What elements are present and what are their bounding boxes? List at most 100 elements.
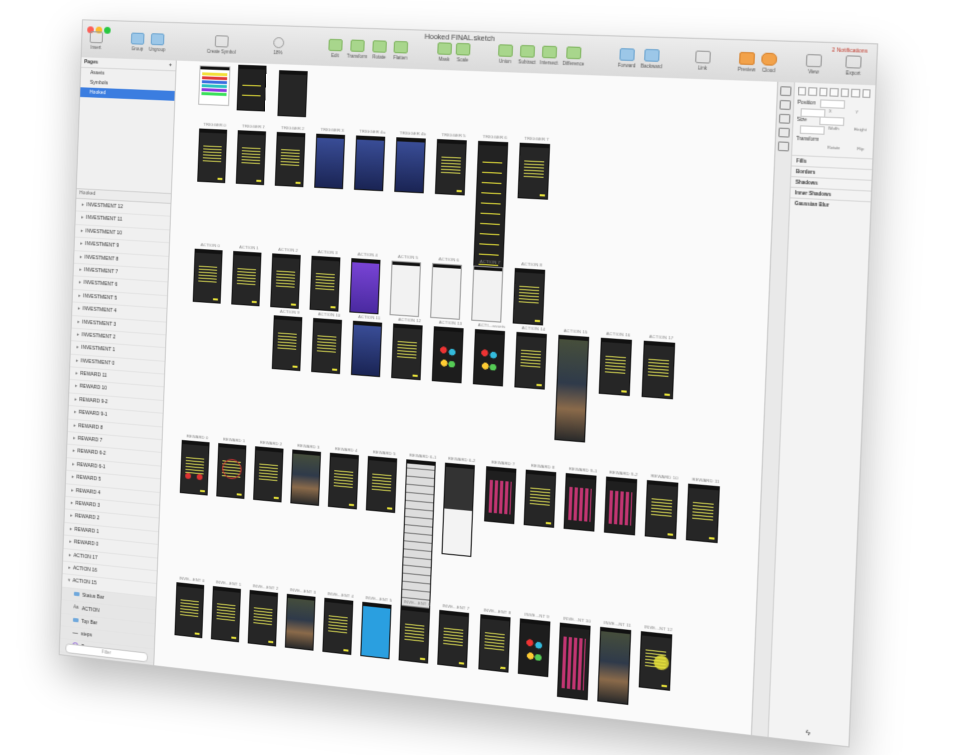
artboard[interactable] xyxy=(236,64,267,112)
artboard-label[interactable]: ACTION 14 xyxy=(516,325,552,333)
artboard[interactable]: ACTION 9 xyxy=(271,309,303,372)
artboard[interactable]: REWARD 6-1 xyxy=(400,452,436,617)
artboard-label[interactable]: REWARD 9-1 xyxy=(565,466,601,474)
artboard-label[interactable]: ACTION 15 xyxy=(558,328,594,336)
artboard[interactable]: ACTION 14 xyxy=(514,325,547,390)
artboard[interactable]: INVE...ENT 6 xyxy=(398,599,431,664)
artboard-label[interactable]: ACTION 11 xyxy=(352,314,386,321)
artboard[interactable]: REWARD 0 xyxy=(179,433,210,496)
layout-icon[interactable] xyxy=(779,99,791,110)
ungroup-button[interactable]: Ungroup xyxy=(143,33,172,53)
artboard[interactable]: ACTION 0 xyxy=(192,242,223,304)
artboard-label[interactable]: ACTION 1 xyxy=(232,244,265,251)
artboard[interactable]: REWARD 7 xyxy=(484,459,517,525)
artboard[interactable]: REWARD 5 xyxy=(365,449,398,514)
artboard[interactable]: TRIGGER 1 xyxy=(235,123,267,186)
artboard[interactable]: INVE...ENT 0 xyxy=(174,576,205,639)
cloud-button[interactable]: Cloud xyxy=(752,52,786,73)
artboard[interactable]: TRIGGER 7 xyxy=(517,136,551,200)
artboard-label[interactable]: ACTION 6 xyxy=(431,256,466,263)
artboard-label[interactable]: INVE...ENT 3 xyxy=(286,587,320,596)
artboard[interactable]: INVE...ENT 7 xyxy=(437,603,470,669)
difference-button[interactable]: Difference xyxy=(557,46,590,67)
artboard[interactable]: ACTION 7 xyxy=(471,259,504,323)
artboard-label[interactable]: ACTION 8 xyxy=(514,261,550,268)
canvas[interactable]: TRIGGER 0 TRIGGER 1 TRIGGER 2 TRIGGER 3 TRIG… xyxy=(154,60,778,735)
artboard[interactable]: INVE...NT 9 xyxy=(517,612,551,678)
artboard-label[interactable]: TRIGGER 5 xyxy=(436,132,471,139)
export-button[interactable]: Export xyxy=(836,55,871,76)
artboard[interactable]: REWARD 9-2 xyxy=(603,470,638,536)
artboard[interactable]: REWARD 2 xyxy=(253,440,284,503)
artboard[interactable]: ACTION 2 xyxy=(270,247,301,309)
artboard-label[interactable]: INVE...ENT 0 xyxy=(176,575,209,584)
artboard[interactable]: ACTION 3 xyxy=(309,249,341,312)
artboard-label[interactable]: ACTION 12 xyxy=(392,316,427,324)
text-style-icon[interactable] xyxy=(778,127,790,138)
artboard[interactable]: TRIGGER 5 xyxy=(434,132,467,196)
align-bottom-icon[interactable] xyxy=(851,88,860,98)
artboard-label[interactable]: REWARD 2 xyxy=(254,439,287,447)
scale-button[interactable]: Scale xyxy=(447,42,479,63)
notifications-badge[interactable]: 2 Notifications xyxy=(832,47,868,55)
artboard-label[interactable]: REWARD 6-2 xyxy=(444,455,479,463)
artboard-label[interactable]: TRIGGER 3 xyxy=(315,127,349,133)
artboard[interactable] xyxy=(198,65,231,107)
artboard[interactable]: TRIGGER 6 xyxy=(472,134,509,278)
artboard[interactable]: ACTION 13 xyxy=(431,319,464,384)
artboard-label[interactable]: REWARD 6-1 xyxy=(405,452,440,460)
layers-style-icon[interactable] xyxy=(778,113,791,124)
artboard-label[interactable]: REWARD 9-2 xyxy=(605,469,642,478)
flatten-button[interactable]: Flatten xyxy=(385,40,416,61)
artboard[interactable]: ACTION 11 xyxy=(350,314,383,378)
artboard-label[interactable]: INVE...ENT 1 xyxy=(212,579,245,587)
artboard-label[interactable]: TRIGGER 7 xyxy=(519,135,555,142)
artboard-label[interactable]: ACTI...assets xyxy=(474,322,509,330)
artboard[interactable]: INVE...NT 12 xyxy=(638,624,672,691)
artboard[interactable]: INVE...ENT 8 xyxy=(478,607,511,673)
artboard-label[interactable]: REWARD 1 xyxy=(217,436,250,444)
artboard-label[interactable]: INVE...NT 11 xyxy=(599,619,636,628)
artboard[interactable]: INVE...ENT 4 xyxy=(322,591,354,655)
artboard[interactable]: TRIGGER 4a xyxy=(354,129,385,192)
artboard-label[interactable]: REWARD 5 xyxy=(367,449,401,457)
artboard[interactable]: INVE...NT 11 xyxy=(597,620,631,705)
artboard-label[interactable]: ACTION 10 xyxy=(312,311,346,318)
artboard[interactable]: INVE...ENT 5 xyxy=(360,595,392,660)
layer-child-row[interactable]: Event - State II xyxy=(58,664,153,689)
align-top-icon[interactable] xyxy=(829,87,839,97)
artboard[interactable]: ACTION 5 xyxy=(389,254,422,318)
artboard[interactable]: REWARD 4 xyxy=(327,446,359,510)
artboard[interactable] xyxy=(277,70,308,118)
artboard-label[interactable]: ACTION 17 xyxy=(643,333,680,341)
artboard[interactable]: TRIGGER 3 xyxy=(314,127,346,190)
pin-icon[interactable] xyxy=(777,141,790,152)
artboard-label[interactable]: REWARD 0 xyxy=(181,433,214,441)
align-right-icon[interactable] xyxy=(819,87,828,97)
artboard[interactable]: REWARD 9-1 xyxy=(563,466,597,532)
artboard-label[interactable]: ACTION 5 xyxy=(391,253,426,260)
artboard-label[interactable]: ACTION 13 xyxy=(433,319,468,326)
artboard-label[interactable]: TRIGGER 2 xyxy=(276,125,310,131)
artboard-label[interactable]: INVE...ENT 4 xyxy=(324,591,358,600)
artboard-label[interactable]: INVE...ENT 7 xyxy=(438,603,473,612)
create-symbol-button[interactable]: Create Symbol xyxy=(202,35,241,55)
align-middle-icon[interactable] xyxy=(840,88,850,98)
artboard[interactable]: ACTION 12 xyxy=(391,317,423,381)
artboard-label[interactable]: ACTION 16 xyxy=(600,330,637,338)
artboard[interactable]: ACTION 16 xyxy=(598,331,632,397)
artboard-label[interactable]: ACTION 3 xyxy=(311,249,345,256)
artboard-label[interactable]: INVE...NT 10 xyxy=(559,615,595,624)
artboard[interactable]: REWARD 1 xyxy=(216,437,247,499)
artboard-label[interactable]: INVE...ENT 8 xyxy=(480,607,516,616)
align-center-icon[interactable] xyxy=(808,87,818,97)
artboard-label[interactable]: REWARD 11 xyxy=(687,476,724,485)
artboard[interactable]: ACTION 4 xyxy=(349,251,381,315)
align-left-icon[interactable] xyxy=(797,86,807,96)
artboard-label[interactable]: REWARD 4 xyxy=(329,446,363,454)
artboard[interactable]: ACTION 6 xyxy=(430,256,462,320)
artboard[interactable]: ACTI...assets xyxy=(472,322,506,387)
artboard[interactable]: ACTION 10 xyxy=(311,311,343,375)
artboard[interactable]: ACTION 8 xyxy=(512,261,546,326)
artboard-label[interactable]: INVE...NT 12 xyxy=(640,624,677,633)
